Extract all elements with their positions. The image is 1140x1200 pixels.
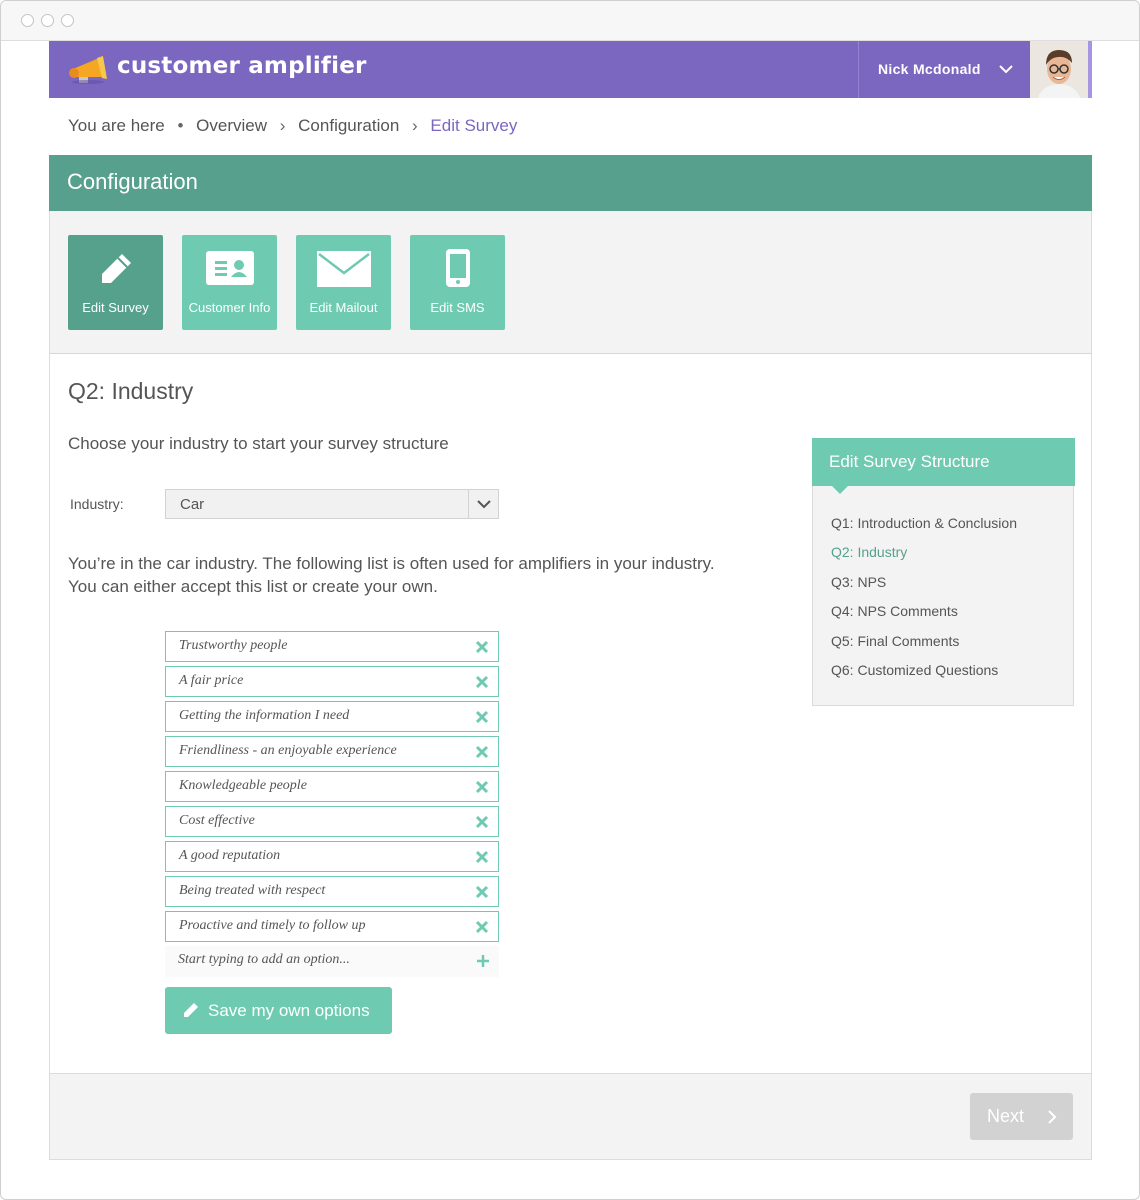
add-option-placeholder[interactable]: Start typing to add an option... (178, 952, 350, 968)
tool-label: Customer Info (188, 300, 271, 315)
add-option-input[interactable]: Start typing to add an option... (165, 946, 499, 977)
structure-item-q1[interactable]: Q1: Introduction & Conclusion (831, 515, 1017, 544)
footer-bar: Next (49, 1073, 1092, 1160)
chevron-right-icon (1048, 1110, 1057, 1124)
structure-list: Q1: Introduction & Conclusion Q2: Indust… (831, 515, 1017, 691)
option-item[interactable]: Knowledgeable people (165, 771, 499, 802)
survey-structure-panel: Edit Survey Structure Q1: Introduction &… (812, 438, 1075, 706)
options-list: Trustworthy people A fair price Getting … (165, 631, 499, 981)
remove-icon[interactable] (474, 884, 490, 900)
configuration-header: Configuration (49, 155, 1092, 221)
option-text[interactable]: A fair price (179, 673, 243, 689)
main-content: Q2: Industry Choose your industry to sta… (49, 354, 1092, 1073)
configuration-toolbar: Edit Survey Customer Info Edit Mailout E… (49, 211, 1092, 354)
tool-customer-info[interactable]: Customer Info (182, 235, 277, 330)
phone-icon (445, 249, 470, 287)
next-button[interactable]: Next (970, 1093, 1073, 1140)
option-item[interactable]: Getting the information I need (165, 701, 499, 732)
top-navigation-bar: customer amplifier Nick Mcdonald (49, 41, 1092, 98)
structure-item-q4[interactable]: Q4: NPS Comments (831, 603, 1017, 632)
user-portrait-icon (1030, 41, 1088, 98)
window-close-dot[interactable] (21, 14, 34, 27)
pencil-icon (184, 1003, 198, 1017)
window-minimize-dot[interactable] (41, 14, 54, 27)
remove-icon[interactable] (474, 674, 490, 690)
industry-select[interactable]: Car (165, 489, 499, 519)
tool-label: Edit Mailout (309, 300, 378, 315)
option-item[interactable]: Proactive and timely to follow up (165, 911, 499, 942)
panel-pointer (832, 486, 848, 494)
breadcrumb-separator: › (279, 116, 286, 135)
option-text[interactable]: Knowledgeable people (179, 778, 307, 794)
tool-label: Edit SMS (430, 300, 485, 315)
question-title: Q2: Industry (68, 378, 194, 404)
save-own-options-button[interactable]: Save my own options (165, 987, 392, 1034)
tool-edit-mailout[interactable]: Edit Mailout (296, 235, 391, 330)
brand-name[interactable]: customer amplifier (117, 53, 367, 79)
pencil-icon (101, 254, 131, 283)
save-button-label: Save my own options (208, 1001, 370, 1020)
survey-structure-header: Edit Survey Structure (812, 438, 1075, 494)
description-line: You’re in the car industry. The followin… (68, 554, 715, 573)
option-item[interactable]: Cost effective (165, 806, 499, 837)
option-text[interactable]: Proactive and timely to follow up (179, 918, 366, 934)
id-card-icon (205, 251, 254, 285)
configuration-title: Configuration (67, 169, 198, 194)
remove-icon[interactable] (474, 849, 490, 865)
option-item[interactable]: Trustworthy people (165, 631, 499, 662)
remove-icon[interactable] (474, 814, 490, 830)
breadcrumb-edit-survey[interactable]: Edit Survey (430, 116, 517, 136)
remove-icon[interactable] (474, 919, 490, 935)
window-maximize-dot[interactable] (61, 14, 74, 27)
remove-icon[interactable] (474, 779, 490, 795)
megaphone-logo-icon (69, 56, 107, 84)
industry-label: Industry: (70, 496, 124, 512)
option-text[interactable]: Friendliness - an enjoyable experience (179, 743, 397, 759)
breadcrumb: You are here • Overview › Configuration … (68, 116, 525, 136)
option-text[interactable]: Being treated with respect (179, 883, 325, 899)
chevron-down-icon (477, 500, 491, 509)
breadcrumb-overview[interactable]: Overview (196, 116, 267, 136)
tool-edit-survey[interactable]: Edit Survey (68, 235, 163, 330)
breadcrumb-separator: › (412, 116, 418, 135)
structure-item-q2[interactable]: Q2: Industry (831, 544, 1017, 573)
window-chrome (1, 1, 1139, 41)
chevron-down-icon[interactable] (998, 61, 1014, 77)
option-item[interactable]: A good reputation (165, 841, 499, 872)
envelope-icon (316, 251, 371, 287)
option-item[interactable]: Being treated with respect (165, 876, 499, 907)
remove-icon[interactable] (474, 639, 490, 655)
browser-window: customer amplifier Nick Mcdonald You are… (0, 0, 1140, 1200)
structure-item-q6[interactable]: Q6: Customized Questions (831, 662, 1017, 691)
question-intro: Choose your industry to start your surve… (68, 434, 449, 453)
remove-icon[interactable] (474, 709, 490, 725)
user-menu[interactable]: Nick Mcdonald (858, 41, 1092, 98)
tool-label: Edit Survey (82, 300, 149, 315)
structure-item-q5[interactable]: Q5: Final Comments (831, 633, 1017, 662)
next-button-label: Next (987, 1106, 1025, 1126)
breadcrumb-configuration[interactable]: Configuration (298, 116, 399, 136)
breadcrumb-bullet: • (177, 116, 184, 135)
breadcrumb-prefix: You are here (68, 116, 165, 135)
option-item[interactable]: Friendliness - an enjoyable experience (165, 736, 499, 767)
industry-selected-value: Car (180, 496, 205, 513)
topbar-accent-strip (1088, 41, 1092, 98)
avatar[interactable] (1030, 41, 1088, 98)
industry-description: You’re in the car industry. The followin… (68, 552, 768, 598)
option-item[interactable]: A fair price (165, 666, 499, 697)
tool-edit-sms[interactable]: Edit SMS (410, 235, 505, 330)
industry-dropdown-button[interactable] (468, 490, 498, 518)
description-line: You can either accept this list or creat… (68, 577, 438, 596)
plus-icon[interactable] (475, 953, 491, 969)
remove-icon[interactable] (474, 744, 490, 760)
option-text[interactable]: Getting the information I need (179, 708, 349, 724)
user-name[interactable]: Nick Mcdonald (878, 61, 981, 77)
option-text[interactable]: Cost effective (179, 813, 255, 829)
structure-item-q3[interactable]: Q3: NPS (831, 574, 1017, 603)
option-text[interactable]: A good reputation (179, 848, 280, 864)
survey-structure-title: Edit Survey Structure (829, 452, 990, 471)
option-text[interactable]: Trustworthy people (179, 638, 288, 654)
